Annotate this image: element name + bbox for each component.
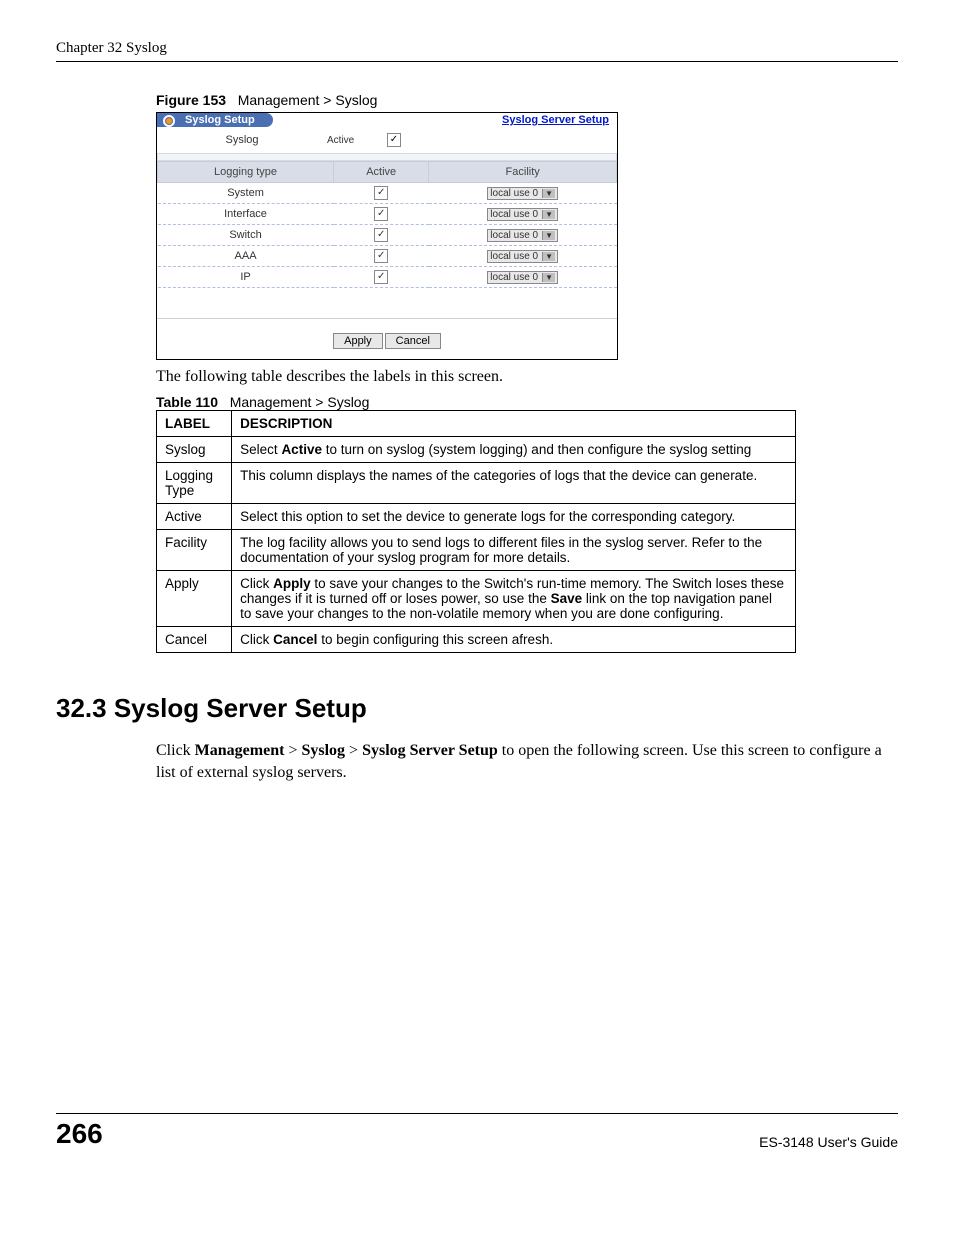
apply-button[interactable]: Apply <box>333 333 383 349</box>
intro-paragraph: The following table describes the labels… <box>156 368 898 386</box>
table-row: IP ✓ local use 0▼ <box>158 267 617 288</box>
col-logging-type: Logging type <box>158 162 334 183</box>
table-row: System ✓ local use 0▼ <box>158 183 617 204</box>
guide-name: ES-3148 User's Guide <box>759 1134 898 1150</box>
logging-table: Logging type Active Facility System ✓ lo… <box>157 161 617 288</box>
chevron-down-icon: ▼ <box>542 231 555 240</box>
table-row: Logging Type This column displays the na… <box>157 463 796 504</box>
table-row: Cancel Click Cancel to begin configuring… <box>157 627 796 653</box>
table-label: Table 110 <box>156 394 218 410</box>
cell-desc: Select Active to turn on syslog (system … <box>232 437 796 463</box>
cell-desc: The log facility allows you to send logs… <box>232 530 796 571</box>
page-footer: 266 ES-3148 User's Guide <box>56 1113 898 1150</box>
row-active-checkbox[interactable]: ✓ <box>374 228 388 242</box>
th-label: LABEL <box>157 411 232 437</box>
syslog-setup-tab[interactable]: Syslog Setup <box>157 113 273 127</box>
cell-desc: Click Apply to save your changes to the … <box>232 571 796 627</box>
syslog-setup-screenshot: Syslog Setup Syslog Server Setup Syslog … <box>156 112 618 360</box>
cell-label: Apply <box>157 571 232 627</box>
cell-desc: Click Cancel to begin configuring this s… <box>232 627 796 653</box>
row-type: IP <box>158 267 334 288</box>
syslog-label: Syslog <box>157 134 327 146</box>
syslog-server-setup-link[interactable]: Syslog Server Setup <box>502 114 609 126</box>
cell-label: Facility <box>157 530 232 571</box>
cell-label: Syslog <box>157 437 232 463</box>
active-label: Active <box>327 135 387 146</box>
row-type: Interface <box>158 204 334 225</box>
section-heading: 32.3 Syslog Server Setup <box>56 693 898 724</box>
cell-desc: This column displays the names of the ca… <box>232 463 796 504</box>
cell-desc: Select this option to set the device to … <box>232 504 796 530</box>
figure-title: Management > Syslog <box>238 92 378 108</box>
row-active-checkbox[interactable]: ✓ <box>374 207 388 221</box>
row-type: Switch <box>158 225 334 246</box>
table-row: Syslog Select Active to turn on syslog (… <box>157 437 796 463</box>
cell-label: Active <box>157 504 232 530</box>
table-row: Apply Click Apply to save your changes t… <box>157 571 796 627</box>
cancel-button[interactable]: Cancel <box>385 333 441 349</box>
th-desc: DESCRIPTION <box>232 411 796 437</box>
chapter-header: Chapter 32 Syslog <box>56 40 898 62</box>
row-active-checkbox[interactable]: ✓ <box>374 270 388 284</box>
facility-select[interactable]: local use 0▼ <box>487 271 558 284</box>
figure-label: Figure 153 <box>156 92 226 108</box>
table-caption: Table 110 Management > Syslog <box>156 394 898 410</box>
row-active-checkbox[interactable]: ✓ <box>374 186 388 200</box>
section-paragraph: Click Management > Syslog > Syslog Serve… <box>156 740 898 783</box>
chevron-down-icon: ▼ <box>542 189 555 198</box>
chevron-down-icon: ▼ <box>542 252 555 261</box>
table-row: AAA ✓ local use 0▼ <box>158 246 617 267</box>
table-row: Interface ✓ local use 0▼ <box>158 204 617 225</box>
figure-caption: Figure 153 Management > Syslog <box>156 92 898 108</box>
cell-label: Logging Type <box>157 463 232 504</box>
table-row: Facility The log facility allows you to … <box>157 530 796 571</box>
chevron-down-icon: ▼ <box>542 273 555 282</box>
table-title: Management > Syslog <box>230 394 370 410</box>
description-table: LABEL DESCRIPTION Syslog Select Active t… <box>156 410 796 653</box>
row-active-checkbox[interactable]: ✓ <box>374 249 388 263</box>
table-row: Active Select this option to set the dev… <box>157 504 796 530</box>
facility-select[interactable]: local use 0▼ <box>487 229 558 242</box>
facility-select[interactable]: local use 0▼ <box>487 208 558 221</box>
col-facility: Facility <box>429 162 617 183</box>
chevron-down-icon: ▼ <box>542 210 555 219</box>
page-number: 266 <box>56 1118 103 1150</box>
facility-select[interactable]: local use 0▼ <box>487 187 558 200</box>
facility-select[interactable]: local use 0▼ <box>487 250 558 263</box>
row-type: System <box>158 183 334 204</box>
table-row: Switch ✓ local use 0▼ <box>158 225 617 246</box>
cell-label: Cancel <box>157 627 232 653</box>
syslog-active-checkbox[interactable]: ✓ <box>387 133 401 147</box>
row-type: AAA <box>158 246 334 267</box>
col-active: Active <box>334 162 429 183</box>
